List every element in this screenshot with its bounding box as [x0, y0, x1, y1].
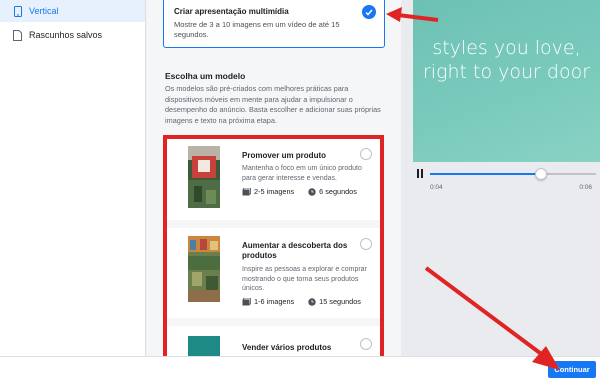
progress-track[interactable] [430, 168, 596, 180]
template-meta: 2-5 imagens 6 segundos [242, 187, 371, 196]
progress-fill [430, 173, 542, 175]
image-count: 2-5 imagens [242, 187, 294, 196]
template-radio[interactable] [360, 148, 372, 160]
continue-button[interactable]: Continuar [548, 361, 596, 378]
duration: 6 segundos [308, 187, 357, 196]
template-meta: 1-6 imagens 15 segundos [242, 297, 375, 306]
video-preview: styles you love, right to your door [413, 0, 600, 162]
phone-icon [12, 5, 23, 17]
images-icon [242, 187, 251, 195]
clock-icon [308, 187, 316, 196]
template-radio[interactable] [360, 338, 372, 350]
footer-bar [0, 356, 600, 381]
time-total: 0:06 [579, 184, 592, 191]
sidebar-item-drafts[interactable]: Rascunhos salvos [0, 24, 145, 46]
image-count: 1-6 imagens [242, 297, 294, 306]
checkmark-icon[interactable] [362, 5, 376, 19]
sidebar-item-vertical[interactable]: Vertical [0, 0, 145, 22]
duration: 15 segundos [308, 297, 361, 306]
pause-icon[interactable] [417, 169, 425, 178]
images-icon [242, 297, 251, 305]
format-panel: Criar apresentação multimídia Mostre de … [147, 0, 401, 356]
preview-caption: styles you love, right to your door [422, 37, 591, 83]
clock-icon [308, 297, 316, 306]
progress-handle[interactable] [535, 168, 548, 180]
image-count-label: 1-6 imagens [254, 297, 295, 306]
sidebar-item-label: Vertical [29, 6, 59, 16]
time-current: 0:04 [430, 184, 443, 191]
template-name: Aumentar a descoberta dos produtos [242, 241, 348, 260]
template-card-promote-product[interactable]: Promover um produto Mantenha o foco em u… [164, 136, 384, 220]
template-name: Promover um produto [242, 151, 327, 160]
format-card-description: Mostre de 3 a 10 imagens em um vídeo de … [174, 20, 340, 39]
template-name: Vender vários produtos [242, 343, 332, 352]
slideshow-format-card[interactable]: Criar apresentação multimídia Mostre de … [163, 0, 385, 48]
image-count-label: 2-5 imagens [254, 187, 295, 196]
video-player-controls: 0:04 0:06 [413, 164, 600, 194]
models-heading: Escolha um modelo [165, 71, 246, 81]
document-icon [12, 29, 23, 41]
format-card-title: Criar apresentação multimídia [174, 7, 289, 16]
template-card-sell-multiple[interactable]: Vender vários produtos [164, 326, 384, 356]
sidebar: Vertical Rascunhos salvos [0, 0, 146, 356]
template-thumbnail [188, 146, 220, 210]
duration-label: 15 segundos [319, 297, 361, 306]
template-description: Mantenha o foco em um único produto para… [242, 165, 362, 182]
sidebar-item-label: Rascunhos salvos [29, 30, 103, 40]
duration-label: 6 segundos [319, 187, 357, 196]
template-description: Inspire as pessoas a explorar e comprar … [242, 266, 367, 292]
template-card-product-discovery[interactable]: Aumentar a descoberta dos produtos Inspi… [164, 228, 384, 318]
models-description: Os modelos são pré-criados com melhores … [165, 84, 381, 125]
template-thumbnail [188, 336, 220, 356]
template-radio[interactable] [360, 238, 372, 250]
template-thumbnail [188, 236, 220, 304]
